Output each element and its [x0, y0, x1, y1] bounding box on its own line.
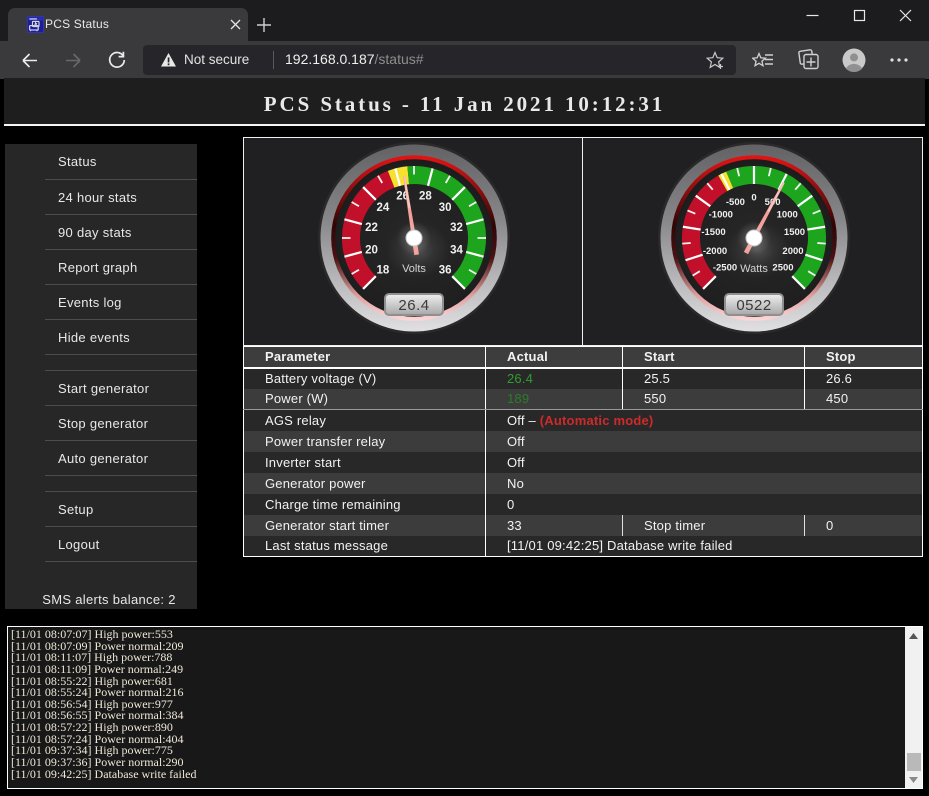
svg-text:24: 24: [377, 202, 390, 214]
svg-text:-1500: -1500: [701, 227, 725, 238]
svg-text:Volts: Volts: [402, 263, 426, 275]
svg-text:1500: 1500: [783, 227, 804, 238]
svg-text:-1000: -1000: [708, 209, 732, 220]
svg-text:34: 34: [450, 245, 463, 257]
svg-text:-2000: -2000: [702, 246, 726, 257]
svg-text:20: 20: [365, 245, 378, 257]
svg-text:Watts: Watts: [740, 263, 768, 275]
svg-text:32: 32: [450, 222, 463, 234]
svg-text:0: 0: [751, 192, 756, 203]
svg-text:0522: 0522: [736, 297, 771, 314]
svg-text:18: 18: [377, 264, 390, 276]
svg-text:30: 30: [439, 202, 452, 214]
svg-text:26.4: 26.4: [398, 297, 429, 314]
svg-text:1000: 1000: [776, 209, 797, 220]
svg-text:22: 22: [365, 222, 378, 234]
svg-text:28: 28: [419, 191, 432, 203]
svg-text:-500: -500: [725, 197, 744, 208]
